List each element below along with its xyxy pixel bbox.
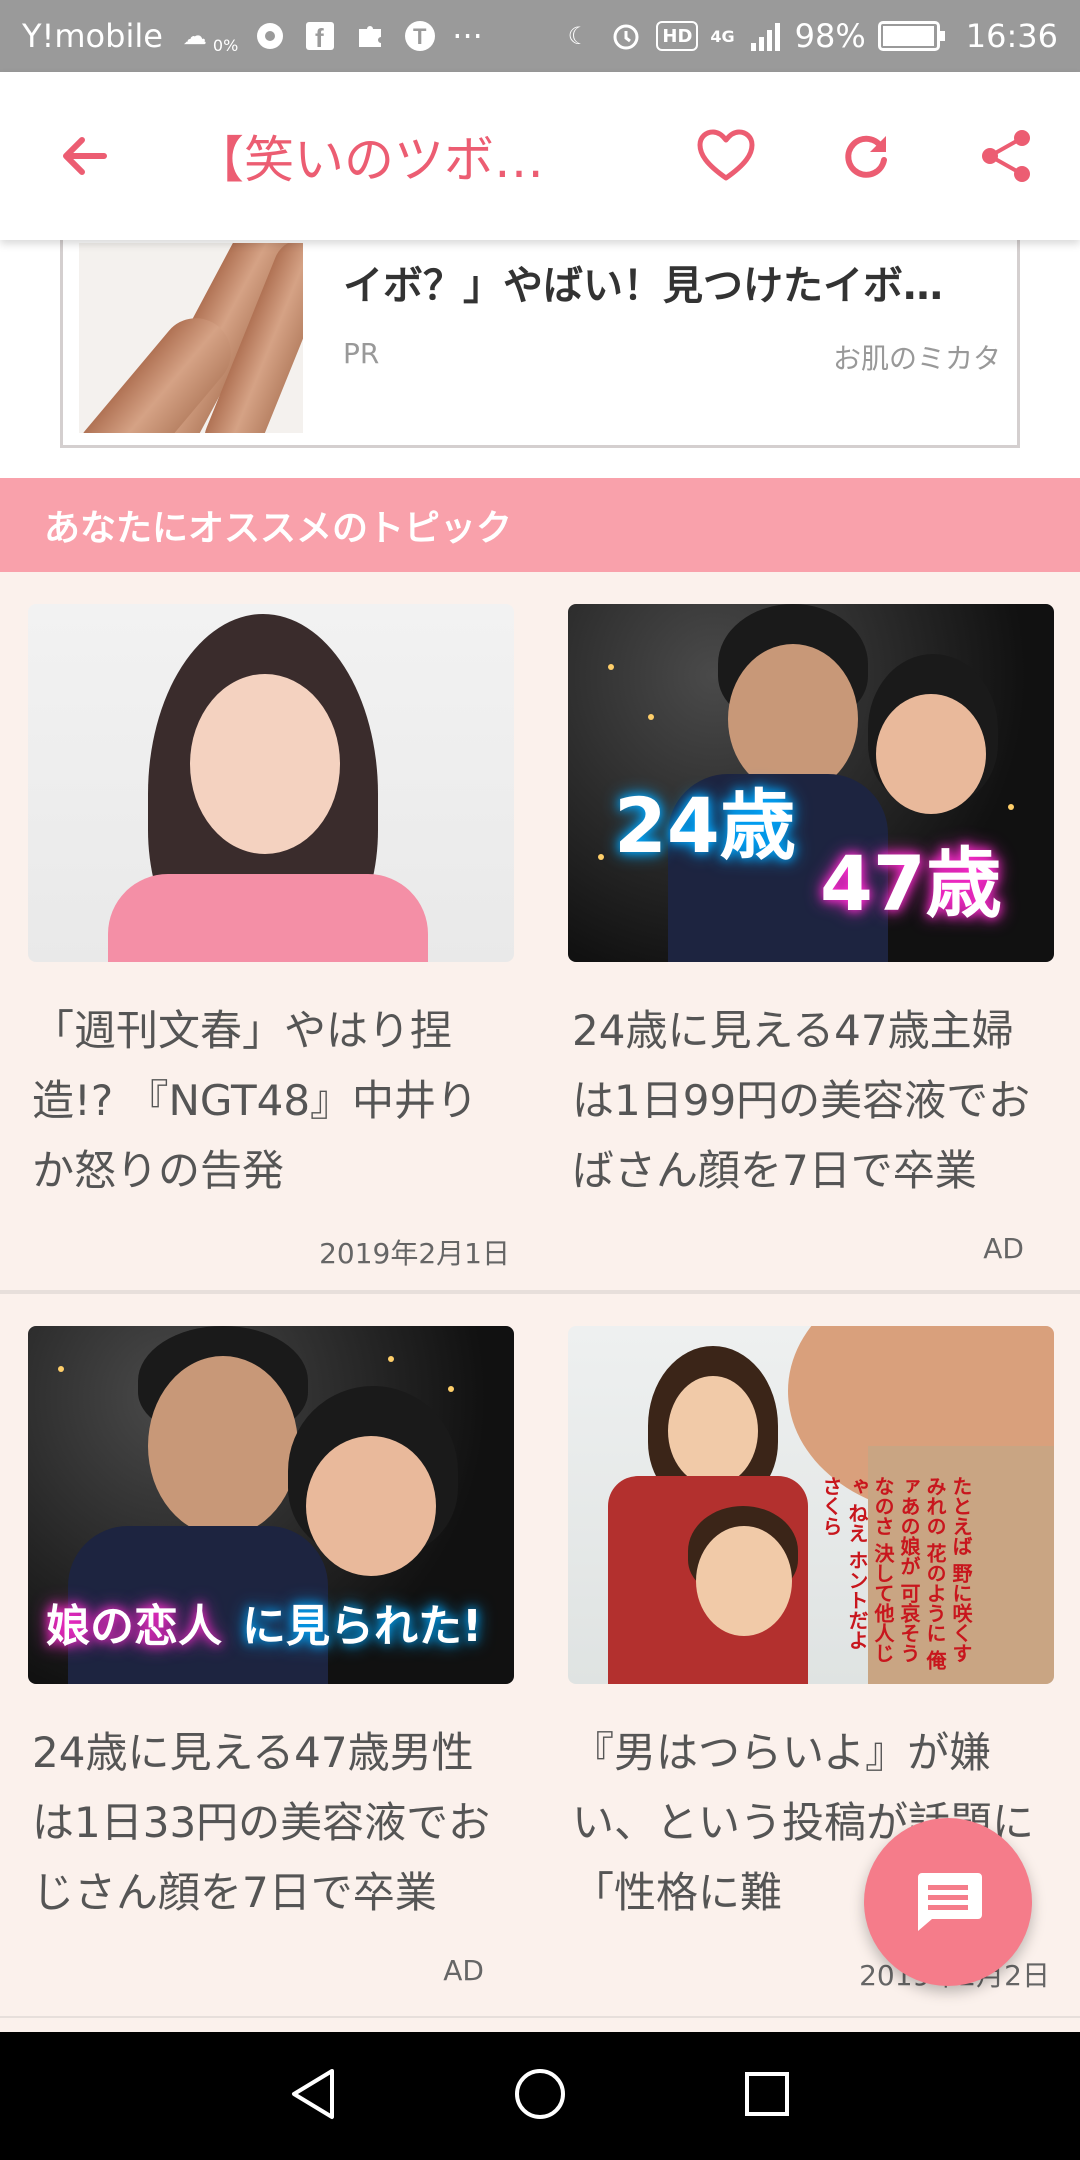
comment-fab-button[interactable] — [864, 1818, 1032, 1986]
nav-recents-button[interactable] — [742, 2069, 792, 2123]
nav-home-button[interactable] — [513, 2067, 567, 2125]
triangle-back-icon — [291, 2069, 334, 2119]
page-title: 【笑いのツボ… — [194, 131, 544, 189]
scroll-content[interactable]: イボ？」やばい！見つけたイボ… PR お肌のミカタ あなたにオススメのトピック … — [0, 240, 1080, 2032]
overlay-caption-2: に見られた! — [242, 1601, 483, 1652]
chrome-icon — [252, 18, 288, 54]
status-bar: Y!mobile ☁ 0% f T ··· ☾ HD 4G 98% 16:36 — [0, 0, 1080, 72]
status-left: Y!mobile ☁ 0% f T ··· — [22, 17, 560, 55]
ad-pr-label: PR — [343, 337, 380, 370]
favorite-button[interactable] — [676, 106, 776, 206]
alarm-icon — [608, 18, 644, 54]
refresh-icon — [845, 135, 887, 178]
row-divider — [0, 1292, 1080, 1294]
topic-image: たとえば 野に咲くすみれの 花のように 俺ァあの娘が 可哀そうなのさ 決して他人… — [568, 1326, 1054, 1684]
ad-source: お肌のミカタ — [832, 342, 1001, 375]
hd-badge: HD — [656, 21, 699, 51]
back-button[interactable] — [34, 106, 134, 206]
facebook-icon: f — [302, 18, 338, 54]
topic-image: 24歳 47歳 — [568, 604, 1054, 962]
chat-bubble-icon — [918, 1873, 982, 1931]
poster-vertical-text: たとえば 野に咲くすみれの 花のように 俺ァあの娘が 可哀そうなのさ 決して他人… — [819, 1476, 973, 1670]
topic-card-3[interactable]: 娘の恋人 に見られた! 24歳に見える47歳男性は1日33円の美容液でおじさん顔… — [28, 1326, 514, 2016]
weather-icon: ☁ — [182, 22, 207, 50]
overlay-caption-1: 娘の恋人 — [46, 1601, 222, 1652]
topic-card-2[interactable]: 24歳 47歳 24歳に見える47歳主婦は1日99円の美容液でおばさん顔を7日で… — [568, 604, 1054, 1294]
topic-title: 24歳に見える47歳主婦は1日99円の美容液でおばさん顔を7日で卒業 — [572, 1006, 1031, 1195]
signal-icon — [747, 18, 783, 54]
clock: 16:36 — [965, 17, 1058, 55]
app-actions — [676, 106, 1056, 206]
carrier-label: Y!mobile — [22, 17, 163, 55]
system-nav-bar — [0, 2032, 1080, 2160]
back-arrow-icon — [63, 137, 107, 175]
battery-percent: 98% — [794, 17, 866, 55]
ad-title: イボ？」やばい！見つけたイボ… — [343, 263, 943, 309]
section-header: あなたにオススメのトピック — [0, 478, 1080, 572]
circle-home-icon — [514, 2069, 565, 2119]
topic-title: 24歳に見える47歳男性は1日33円の美容液でおじさん顔を7日で卒業 — [32, 1728, 491, 1917]
topic-title: 「週刊文春」やはり捏造!? 『NGT48』中井りか怒りの告発 — [32, 1006, 479, 1195]
app-bar: 【笑いのツボ… — [0, 72, 1080, 240]
topic-card-1[interactable]: 「週刊文春」やはり捏造!? 『NGT48』中井りか怒りの告発 2019年2月1日 — [28, 604, 514, 1294]
ad-text: イボ？」やばい！見つけたイボ… PR お肌のミカタ — [303, 240, 1017, 377]
topic-ad-label: AD — [983, 1232, 1024, 1265]
weather-pct: 0% — [212, 35, 239, 55]
battery-icon — [877, 21, 945, 51]
svg-text:f: f — [315, 23, 324, 50]
nav-back-button[interactable] — [288, 2067, 338, 2125]
heart-icon — [697, 129, 755, 181]
topic-image: 娘の恋人 に見られた! — [28, 1326, 514, 1684]
more-notifications: ··· — [452, 17, 483, 55]
overlay-age-1: 24歳 — [614, 781, 796, 870]
t-icon: T — [402, 18, 438, 54]
square-recents-icon — [745, 2072, 790, 2116]
overlay-age-2: 47歳 — [820, 839, 1002, 928]
share-button[interactable] — [956, 106, 1056, 206]
network-type: 4G — [710, 26, 735, 46]
ad-thumbnail — [79, 243, 303, 433]
ad-meta: PR お肌のミカタ — [343, 337, 1001, 377]
refresh-button[interactable] — [816, 106, 916, 206]
moon-icon: ☾ — [567, 22, 590, 50]
puzzle-icon — [352, 18, 388, 54]
svg-text:T: T — [413, 24, 427, 49]
topic-date: 2019年2月1日 — [319, 1237, 510, 1270]
row-divider — [0, 2016, 1080, 2018]
topic-ad-label: AD — [443, 1954, 484, 1987]
share-icon — [982, 130, 1030, 182]
status-right: ☾ HD 4G 98% 16:36 — [560, 17, 1058, 55]
ad-card[interactable]: イボ？」やばい！見つけたイボ… PR お肌のミカタ — [60, 240, 1020, 448]
topic-image — [28, 604, 514, 962]
